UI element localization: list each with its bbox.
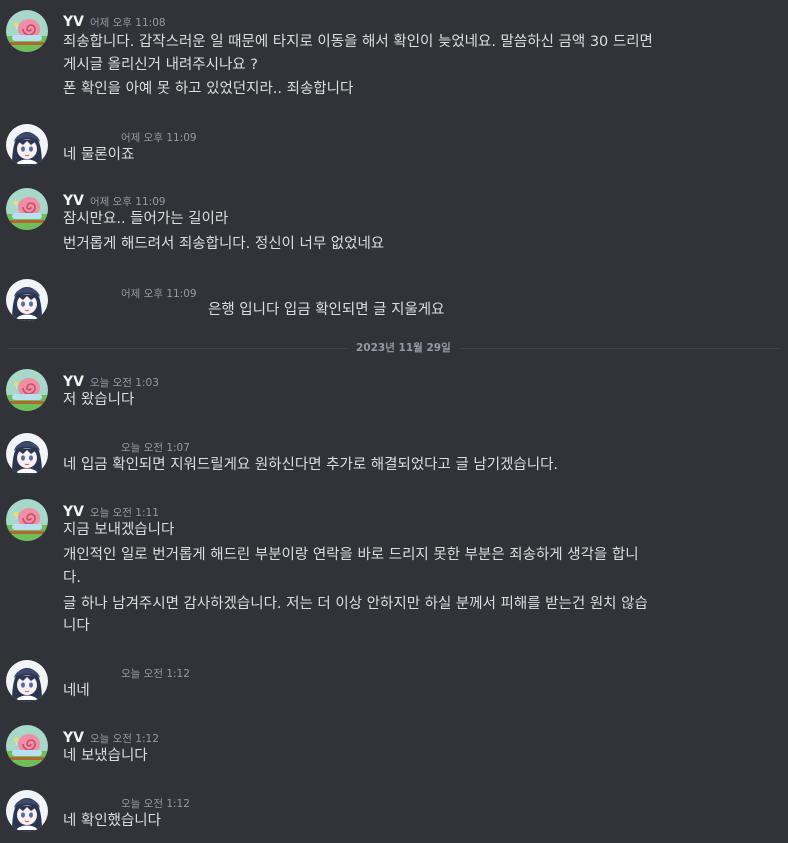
avatar[interactable] [6,279,48,321]
timestamp: 오늘 오전 1:11 [89,507,159,519]
author-name[interactable] [63,667,115,677]
message-text: 개인적인 일로 번거롭게 해드린 부분이랑 연락을 바로 드리지 못한 부분은 … [63,547,639,563]
avatar[interactable] [6,10,48,52]
author-name[interactable] [63,441,115,451]
message-text: 네 물론이죠 [63,147,135,163]
snail-icon [6,10,48,52]
avatar[interactable] [6,499,48,541]
message-text: 지금 보내겠습니다 [63,522,175,538]
timestamp: 오늘 오전 1:03 [89,377,159,389]
timestamp: 어제 오후 11:09 [121,132,197,144]
snail-icon [6,188,48,230]
message-header: 오늘 오전 1:12 [63,662,190,681]
avatar[interactable] [6,433,48,475]
author-name[interactable]: YV [63,374,84,390]
snail-icon [6,725,48,767]
date-divider: 2023년 11월 29일 [8,341,780,355]
timestamp: 어제 오후 11:09 [121,288,197,300]
avatar[interactable] [6,188,48,230]
anime-girl-icon [6,124,48,166]
author-name[interactable] [63,797,115,807]
anime-girl-icon [6,790,48,832]
message-header: YV 어제 오후 11:08 [63,11,166,30]
message-header: 오늘 오전 1:12 [63,792,190,811]
message-header: 어제 오후 11:09 [63,126,197,145]
timestamp: 오늘 오전 1:12 [121,668,190,680]
timestamp: 어제 오후 11:09 [89,196,166,208]
author-name[interactable]: YV [63,730,84,746]
message-header: YV 오늘 오전 1:11 [63,501,159,520]
anime-girl-icon [6,660,48,702]
message-text: 다. [63,570,81,586]
message-text: 네네 [63,683,90,699]
divider-date: 2023년 11월 29일 [348,341,459,355]
message-text: 번거롭게 해드려서 죄송합니다. 정신이 너무 없었네요 [63,236,385,252]
message-text: 네 입금 확인되면 지워드릴게요 원하신다면 추가로 해결되었다고 글 남기겠습… [63,457,559,473]
message-text: 니다 [63,618,90,634]
timestamp: 오늘 오전 1:12 [121,798,190,810]
author-name[interactable]: YV [63,193,84,209]
author-name[interactable]: YV [63,14,84,30]
snail-icon [6,369,48,411]
chat-log: YV 어제 오후 11:08 죄송합니다. 갑작스러운 일 때문에 타지로 이동을… [0,0,788,843]
message-text: 네 확인했습니다 [63,813,161,829]
author-name[interactable]: YV [63,504,84,520]
message-header: YV 오늘 오전 1:12 [63,727,159,746]
timestamp: 오늘 오전 1:12 [89,733,159,745]
message-header: YV 오늘 오전 1:03 [63,371,159,390]
anime-girl-icon [6,279,48,321]
avatar[interactable] [6,369,48,411]
author-name[interactable] [63,131,115,141]
author-name[interactable] [63,287,115,297]
message-header: 오늘 오전 1:07 [63,436,190,455]
message-text: 죄송합니다. 갑작스러운 일 때문에 타지로 이동을 해서 확인이 늦었네요. … [63,34,653,50]
message-text: 은행 입니다 입금 확인되면 글 지울게요 [208,302,445,318]
message-text: 잠시만요.. 들어가는 길이라 [63,211,229,227]
avatar[interactable] [6,660,48,702]
message-header: 어제 오후 11:09 [63,282,197,301]
avatar[interactable] [6,725,48,767]
avatar[interactable] [6,124,48,166]
message-text: 폰 확인을 아예 못 하고 있었던지라.. 죄송합니다 [63,81,354,97]
message-text: 게시글 올리신거 내려주시나요 ? [63,57,258,73]
snail-icon [6,499,48,541]
message-text: 글 하나 남겨주시면 감사하겠습니다. 저는 더 이상 안하지만 하실 분께서 … [63,596,648,612]
timestamp: 오늘 오전 1:07 [121,442,190,454]
message-text: 저 왔습니다 [63,392,135,408]
timestamp: 어제 오후 11:08 [89,17,166,29]
message-header: YV 어제 오후 11:09 [63,190,166,209]
message-text: 네 보냈습니다 [63,748,148,764]
avatar[interactable] [6,790,48,832]
anime-girl-icon [6,433,48,475]
